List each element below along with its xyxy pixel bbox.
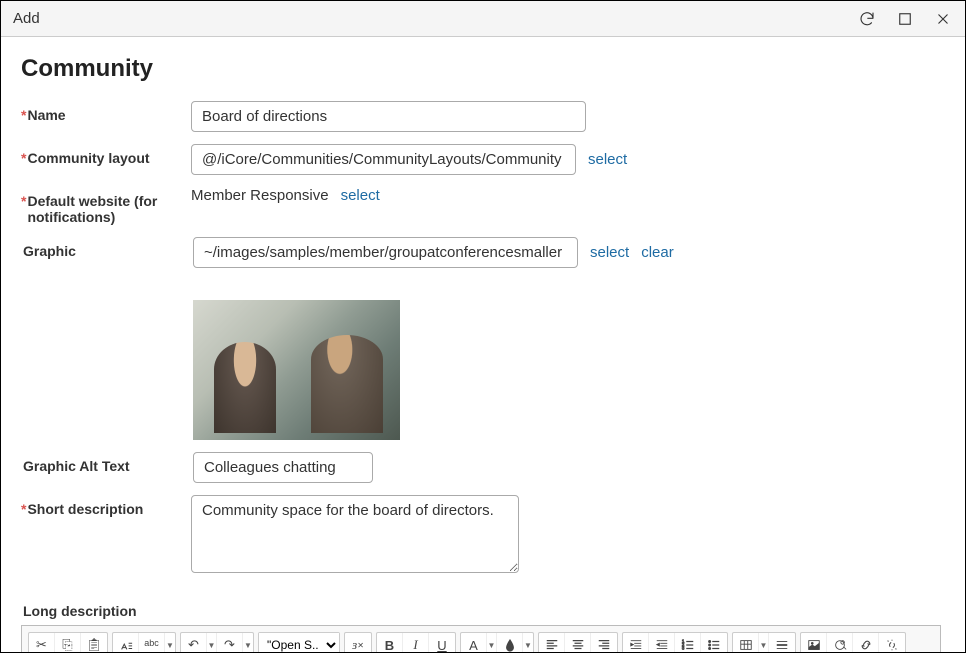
redo-icon[interactable]: ↷: [217, 633, 243, 652]
titlebar: Add: [1, 1, 965, 37]
required-mark: *: [21, 150, 26, 166]
image-icon[interactable]: [801, 633, 827, 652]
spellcheck-dropdown[interactable]: ▼: [165, 633, 175, 652]
maximize-icon[interactable]: [895, 9, 915, 29]
spellcheck-icon[interactable]: abc: [139, 633, 165, 652]
window-title: Add: [13, 10, 40, 27]
bgcolor-dropdown[interactable]: ▼: [523, 633, 533, 652]
unordered-list-icon[interactable]: [701, 633, 727, 652]
svg-text:3: 3: [681, 645, 684, 650]
row-name: * Name: [21, 101, 945, 132]
align-center-icon[interactable]: [565, 633, 591, 652]
bgcolor-button[interactable]: [497, 633, 523, 652]
editor-toolbar: ✂ ⎘ 📋︎ abc ▼ ↶ ▼ ↷ ▼ "Open S... ɜ✕ B I U…: [21, 625, 941, 652]
website-value: Member Responsive: [191, 187, 329, 204]
align-left-icon[interactable]: [539, 633, 565, 652]
indent-icon[interactable]: [623, 633, 649, 652]
label-longdesc: Long description: [23, 603, 945, 619]
layout-select-link[interactable]: select: [588, 151, 627, 168]
link-icon[interactable]: [853, 633, 879, 652]
clear-format-icon[interactable]: ɜ✕: [345, 633, 371, 652]
undo-icon[interactable]: ↶: [181, 633, 207, 652]
graphic-input[interactable]: [193, 237, 578, 268]
table-icon[interactable]: [733, 633, 759, 652]
row-website: * Default website (for notifications) Me…: [21, 187, 945, 225]
redo-dropdown[interactable]: ▼: [243, 633, 253, 652]
graphic-clear-link[interactable]: clear: [641, 244, 674, 261]
label-website: * Default website (for notifications): [21, 187, 191, 225]
label-layout: * Community layout: [21, 144, 191, 166]
label-graphic: Graphic: [23, 237, 193, 259]
graphic-preview: [193, 300, 400, 440]
name-input[interactable]: [191, 101, 586, 132]
outdent-icon[interactable]: [649, 633, 675, 652]
row-alt: Graphic Alt Text: [21, 452, 945, 483]
shortdesc-input[interactable]: [191, 495, 519, 573]
find-icon[interactable]: [113, 633, 139, 652]
alt-input[interactable]: [193, 452, 373, 483]
layout-input[interactable]: [191, 144, 576, 175]
ordered-list-icon[interactable]: 123: [675, 633, 701, 652]
font-select[interactable]: "Open S...: [259, 633, 339, 652]
align-right-icon[interactable]: [591, 633, 617, 652]
close-icon[interactable]: [933, 9, 953, 29]
italic-button[interactable]: I: [403, 633, 429, 652]
paste-icon[interactable]: 📋︎: [81, 633, 107, 652]
cut-icon[interactable]: ✂: [29, 633, 55, 652]
content-area: Community * Name * Community layout sele…: [1, 37, 965, 652]
hr-icon[interactable]: [769, 633, 795, 652]
page-title: Community: [21, 55, 945, 83]
copy-icon[interactable]: ⎘: [55, 633, 81, 652]
fontcolor-button[interactable]: A: [461, 633, 487, 652]
unlink-icon[interactable]: [879, 633, 905, 652]
website-select-link[interactable]: select: [341, 187, 380, 204]
required-mark: *: [21, 501, 26, 517]
underline-button[interactable]: U: [429, 633, 455, 652]
refresh-icon[interactable]: [857, 9, 877, 29]
required-mark: *: [21, 107, 26, 123]
row-graphic: Graphic select clear: [21, 237, 945, 440]
media-icon[interactable]: [827, 633, 853, 652]
undo-dropdown[interactable]: ▼: [207, 633, 217, 652]
row-layout: * Community layout select: [21, 144, 945, 175]
bold-button[interactable]: B: [377, 633, 403, 652]
label-shortdesc: * Short description: [21, 495, 191, 517]
window-controls: [857, 9, 953, 29]
label-alt: Graphic Alt Text: [23, 452, 193, 474]
required-mark: *: [21, 193, 26, 225]
table-dropdown[interactable]: ▼: [759, 633, 769, 652]
label-name: * Name: [21, 101, 191, 123]
fontcolor-dropdown[interactable]: ▼: [487, 633, 497, 652]
graphic-select-link[interactable]: select: [590, 244, 629, 261]
row-shortdesc: * Short description: [21, 495, 945, 573]
